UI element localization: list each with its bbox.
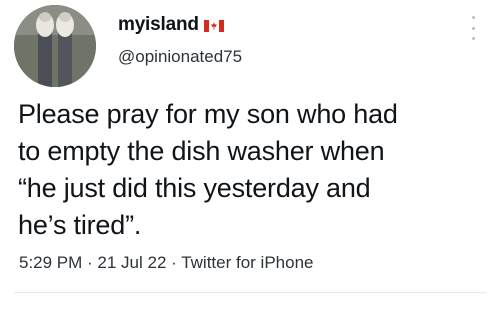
- divider: [14, 292, 486, 293]
- tweet-text-line: “he just did this yesterday and: [18, 173, 371, 203]
- display-name[interactable]: myisland: [118, 14, 199, 36]
- tweet-text-line: Please pray for my son who had: [18, 99, 398, 129]
- tweet-card: myisland @opinionated75 Please pray for …: [0, 0, 500, 316]
- tweet-text: Please pray for my son who had to empty …: [18, 96, 488, 244]
- avatar-photo: [14, 5, 96, 87]
- more-options-icon[interactable]: [468, 16, 478, 40]
- canada-flag-icon: [203, 19, 224, 32]
- tweet-text-line: he’s tired”.: [18, 210, 142, 240]
- tweet-text-line: to empty the dish washer when: [18, 136, 385, 166]
- author-handle[interactable]: @opinionated75: [118, 47, 242, 67]
- tweet-timestamp-source[interactable]: 5:29 PM · 21 Jul 22 · Twitter for iPhone: [19, 253, 314, 273]
- author-name-row: myisland: [118, 14, 224, 36]
- avatar[interactable]: [14, 5, 96, 87]
